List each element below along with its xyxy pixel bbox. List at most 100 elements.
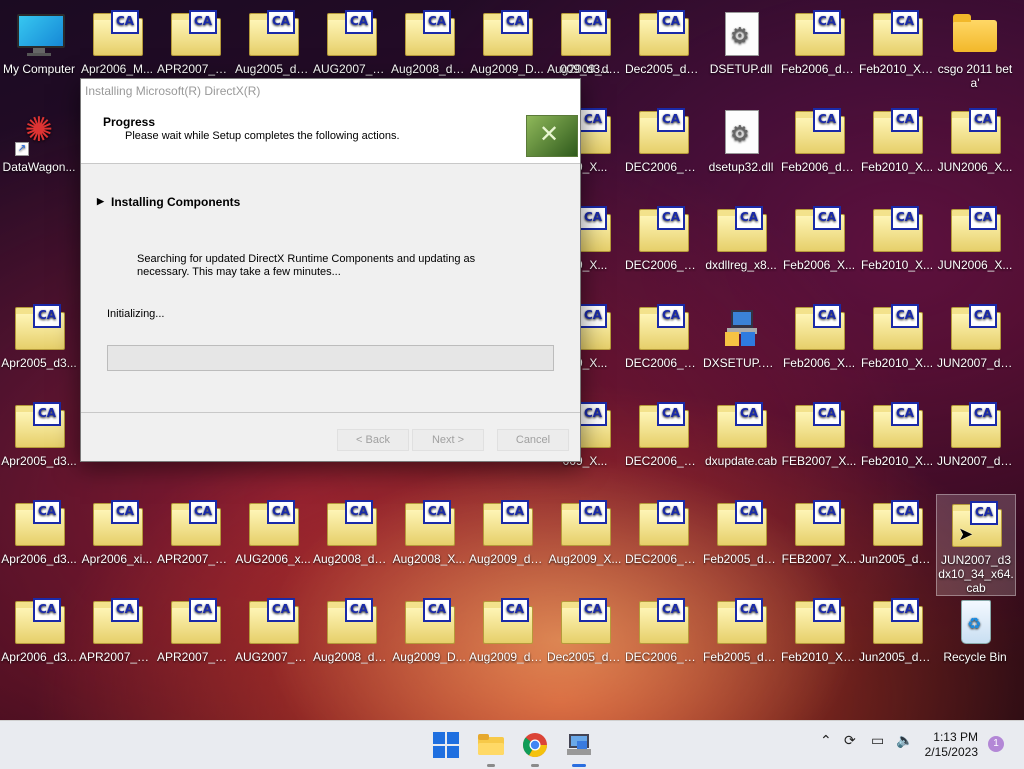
desktop-icon-label: csgo 2011 beta' xyxy=(937,62,1013,90)
desktop-icon[interactable]: CA Aug2008_d3... xyxy=(312,592,390,688)
desktop-icon[interactable]: CA JUN2007_d3... xyxy=(936,298,1014,394)
desktop-icon[interactable]: CA Dec2005_d3... xyxy=(546,592,624,688)
desktop-icon[interactable]: CA AUG2006_x... xyxy=(234,494,312,590)
file-explorer-button[interactable] xyxy=(475,729,507,767)
cab-badge: CA xyxy=(813,598,841,622)
desktop-icon-label: DEC2006_d3... xyxy=(625,356,701,370)
cab-file-icon: CA xyxy=(15,500,65,548)
desktop-icon-label: Feb2010_X... xyxy=(860,160,934,174)
desktop-icon[interactable]: CA FEB2007_X... xyxy=(780,396,858,492)
cab-file-icon: CA xyxy=(171,598,221,646)
desktop-icon-label: Jun2005_d3... xyxy=(859,552,935,566)
desktop-icon[interactable]: CA Feb2010_X... xyxy=(858,200,936,296)
desktop-icon[interactable]: CA JUN2006_X... xyxy=(936,200,1014,296)
clock[interactable]: 1:13 PM 2/15/2023 xyxy=(918,730,978,760)
setup-taskbar-button[interactable] xyxy=(563,729,595,767)
desktop-icon[interactable]: CA Apr2006_d3... xyxy=(0,592,78,688)
shortcut-arrow-icon: ↗ xyxy=(15,142,29,156)
cab-badge: CA xyxy=(501,598,529,622)
desktop-icon[interactable]: CA dxdllreg_x8... xyxy=(702,200,780,296)
start-button[interactable] xyxy=(430,729,462,761)
desktop-icon[interactable]: CA Jun2005_d3... xyxy=(858,592,936,688)
desktop-icon[interactable]: CA DEC2006_d3... xyxy=(624,102,702,198)
desktop-icon[interactable]: CA Aug2009_d3... xyxy=(468,494,546,590)
desktop-icon[interactable]: DXSETUP.exe xyxy=(702,298,780,394)
back-button[interactable]: < Back xyxy=(337,429,409,451)
cab-file-icon: CA xyxy=(717,402,767,450)
desktop-icon[interactable]: CA Aug2009_X... xyxy=(546,494,624,590)
sync-icon[interactable]: ⟳ xyxy=(844,733,856,749)
desktop-icon-label: AUG2006_x... xyxy=(235,552,311,566)
desktop-icon[interactable]: CA Apr2006_xi... xyxy=(78,494,156,590)
desktop-icon[interactable]: CA Feb2006_X... xyxy=(780,298,858,394)
desktop-icon[interactable]: CA FEB2007_X... xyxy=(780,494,858,590)
desktop-icon-label: Aug2009_d3... xyxy=(469,650,545,664)
taskbar: ⌃ ⟳ ▭ 🔈 1:13 PM 2/15/2023 1 xyxy=(0,720,1024,769)
desktop-icon[interactable]: CA Aug2009_D... xyxy=(390,592,468,688)
desktop-icon[interactable]: CA APR2007_xi... xyxy=(156,494,234,590)
cab-badge: CA xyxy=(969,108,997,132)
desktop-icon[interactable]: CA Feb2010_X... xyxy=(858,298,936,394)
cab-file-icon: CA xyxy=(873,108,923,156)
desktop-icon-label: Aug2008_d3... xyxy=(391,62,467,76)
desktop-icon-label: Feb2005_d3... xyxy=(703,650,779,664)
desktop-icon[interactable]: CA JUN2007_d3dx10_34_x64.cab xyxy=(936,494,1016,596)
desktop-icon-label: DEC2006_d3... xyxy=(625,160,701,174)
desktop-icon[interactable]: CA Jun2005_d3... xyxy=(858,494,936,590)
desktop-icon[interactable]: ⚙ dsetup32.dll xyxy=(702,102,780,198)
desktop-icon[interactable]: CA Feb2006_d3... xyxy=(780,102,858,198)
desktop-icon[interactable]: CA Feb2006_d3... xyxy=(780,4,858,100)
desktop-icon[interactable]: My Computer xyxy=(0,4,78,100)
cancel-button[interactable]: Cancel xyxy=(497,429,569,451)
desktop-icon[interactable]: CA DEC2006_d3... xyxy=(624,298,702,394)
desktop-icon[interactable]: CA Feb2010_X... xyxy=(858,102,936,198)
chevron-up-icon[interactable]: ⌃ xyxy=(820,733,832,749)
desktop-icon[interactable]: CA Apr2006_d3... xyxy=(0,494,78,590)
cab-badge: CA xyxy=(345,10,373,34)
desktop-icon[interactable]: CA APR2007_xi... xyxy=(156,592,234,688)
desktop-icon[interactable]: CA Feb2010_X3... xyxy=(780,592,858,688)
desktop-icon[interactable]: ♻ Recycle Bin xyxy=(936,592,1014,688)
desktop-icon[interactable]: CA DEC2006_X... xyxy=(624,592,702,688)
cab-badge: CA xyxy=(579,500,607,524)
desktop-icon[interactable]: CA Feb2010_X... xyxy=(858,396,936,492)
desktop-icon[interactable]: CA Aug2009_d3... xyxy=(468,592,546,688)
desktop-icon[interactable]: CA APR2007_d3... xyxy=(78,592,156,688)
desktop-icon[interactable]: CA JUN2006_X... xyxy=(936,102,1014,198)
desktop-icon[interactable]: CA DEC2006_d3... xyxy=(624,200,702,296)
desktop-icon[interactable]: CA AUG2007_d... xyxy=(234,592,312,688)
cab-file-icon: CA xyxy=(561,10,611,58)
cab-file-icon: CA xyxy=(951,206,1001,254)
cab-badge: CA xyxy=(657,206,685,230)
desktop-icon-label: DataWagon... xyxy=(2,160,76,174)
desktop-icon[interactable]: csgo 2011 beta' xyxy=(936,4,1014,100)
desktop-icon[interactable]: CA Apr2005_d3... xyxy=(0,298,78,394)
desktop-icon[interactable]: CA DEC2006_d3... xyxy=(624,396,702,492)
desktop-icon[interactable]: CA Aug2008_X... xyxy=(390,494,468,590)
desktop-icon[interactable]: CA dxupdate.cab xyxy=(702,396,780,492)
desktop-icon[interactable]: CA JUN2007_d3... xyxy=(936,396,1014,492)
desktop-icon[interactable]: CA Feb2010_X3... xyxy=(858,4,936,100)
file-explorer-icon xyxy=(478,734,504,755)
cab-badge: CA xyxy=(813,206,841,230)
desktop-icon[interactable]: CA Feb2005_d3... xyxy=(702,592,780,688)
display-icon[interactable]: ▭ xyxy=(871,733,884,749)
cab-badge: CA xyxy=(111,500,139,524)
desktop-icon[interactable]: CA Feb2006_X... xyxy=(780,200,858,296)
dialog-title[interactable]: Installing Microsoft(R) DirectX(R) xyxy=(81,79,580,103)
desktop-icon[interactable]: CA Dec2005_d3... xyxy=(624,4,702,100)
volume-icon[interactable]: 🔈 xyxy=(896,733,913,749)
cab-file-icon: CA xyxy=(717,206,767,254)
desktop-icon[interactable]: CA Feb2005_d3... xyxy=(702,494,780,590)
desktop-icon[interactable]: ⚙ DSETUP.dll xyxy=(702,4,780,100)
notification-badge[interactable]: 1 xyxy=(988,736,1004,752)
cab-file-icon: CA xyxy=(795,304,845,352)
cab-file-icon: CA xyxy=(639,304,689,352)
desktop-icon[interactable]: CA Aug2008_d3... xyxy=(312,494,390,590)
next-button[interactable]: Next > xyxy=(412,429,484,451)
cab-file-icon: CA xyxy=(951,304,1001,352)
chrome-button[interactable] xyxy=(519,729,551,767)
desktop-icon[interactable]: CA DEC2006_X... xyxy=(624,494,702,590)
desktop-icon[interactable]: ✺ ↗ DataWagon... xyxy=(0,102,78,198)
desktop-icon[interactable]: CA Apr2005_d3... xyxy=(0,396,78,492)
